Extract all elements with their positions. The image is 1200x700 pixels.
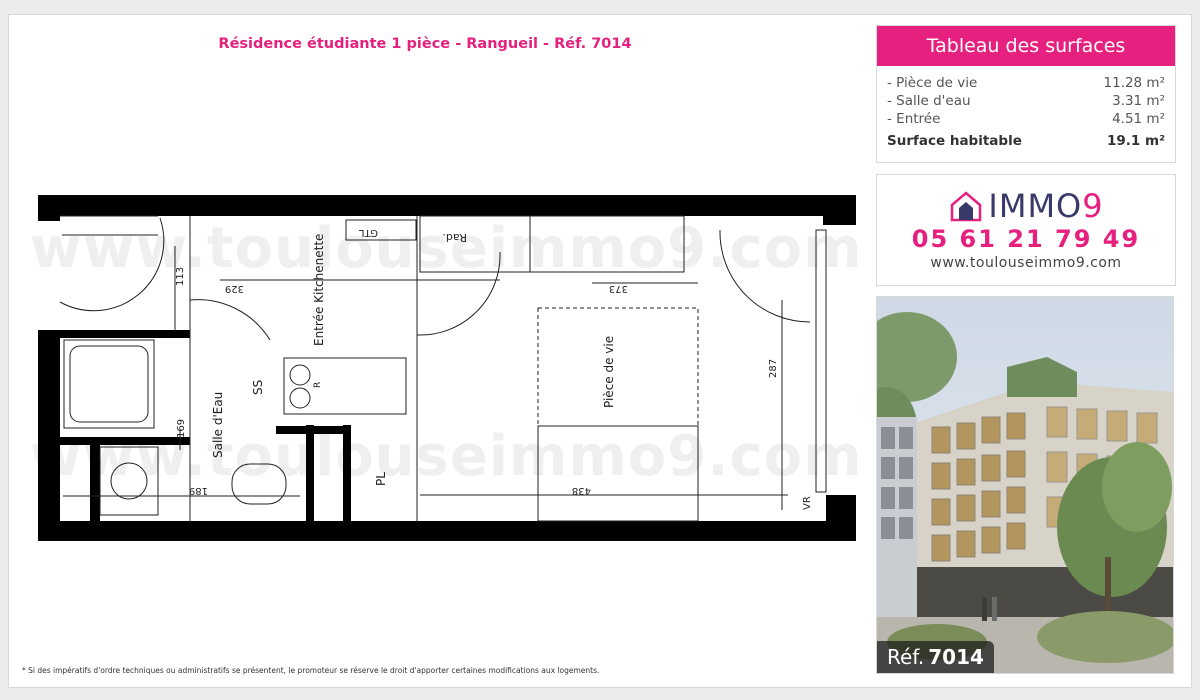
reference-badge: Réf. 7014 [877, 641, 994, 673]
surface-label: - Salle d'eau [887, 93, 971, 109]
watermark-bottom: www.toulouseimmo9.com [30, 424, 863, 489]
brand-logo: IMMO9 [877, 187, 1175, 225]
building-photo: Réf. 7014 [876, 296, 1174, 674]
label-r: R [313, 382, 323, 388]
listing-title: Résidence étudiante 1 pièce - Rangueil -… [218, 36, 632, 52]
reference-label: Réf. [887, 645, 925, 669]
room-label-piece-vie: Pièce de vie [602, 336, 616, 408]
surface-total-label: Surface habitable [887, 133, 1022, 149]
legal-footnote: * Si des impératifs d'ordre techniques o… [22, 666, 600, 675]
building-illustration [877, 297, 1173, 673]
surface-label: - Pièce de vie [887, 75, 978, 91]
surface-value: 11.28 m² [1103, 75, 1165, 91]
website-link[interactable]: www.toulouseimmo9.com [877, 255, 1175, 271]
label-ss: SS [251, 380, 265, 395]
label-vr: VR [802, 496, 813, 510]
house-icon [951, 191, 982, 222]
contact-panel: IMMO9 05 61 21 79 49 www.toulouseimmo9.c… [876, 174, 1176, 286]
watermark-top: www.toulouseimmo9.com [30, 216, 863, 281]
surface-row: - Entrée 4.51 m² [877, 110, 1175, 128]
surface-row: - Salle d'eau 3.31 m² [877, 92, 1175, 110]
surface-value: 4.51 m² [1112, 111, 1165, 127]
dim-373: 373 [609, 283, 628, 294]
brand-name: IMMO9 [988, 187, 1104, 225]
surface-total-value: 19.1 m² [1107, 133, 1165, 149]
surface-row: - Pièce de vie 11.28 m² [877, 74, 1175, 92]
reference-number: 7014 [928, 645, 984, 669]
dim-287: 287 [768, 359, 779, 378]
surface-label: - Entrée [887, 111, 941, 127]
surfaces-panel: Tableau des surfaces - Pièce de vie 11.2… [876, 25, 1176, 163]
surfaces-heading: Tableau des surfaces [877, 26, 1175, 66]
surface-total-row: Surface habitable 19.1 m² [877, 132, 1175, 150]
phone-number[interactable]: 05 61 21 79 49 [877, 225, 1175, 253]
surface-value: 3.31 m² [1112, 93, 1165, 109]
dim-329: 329 [225, 283, 244, 294]
